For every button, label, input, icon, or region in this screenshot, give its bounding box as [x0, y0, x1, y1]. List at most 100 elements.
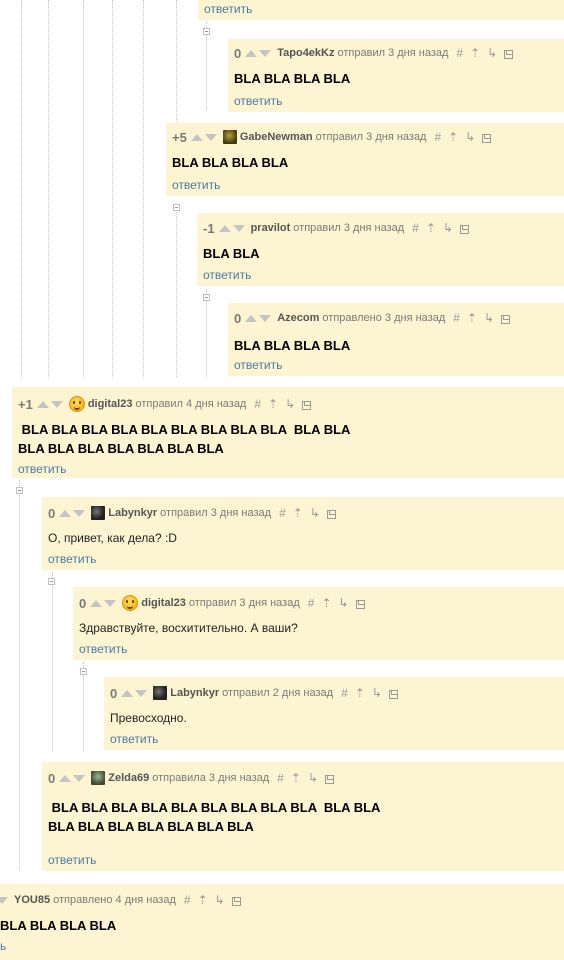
vote-down-icon[interactable] — [204, 133, 217, 141]
comment-author[interactable]: Labynkyr — [170, 687, 219, 699]
comment-author[interactable]: Zelda69 — [108, 772, 149, 784]
vote-down-icon[interactable] — [232, 224, 245, 232]
avatar[interactable] — [122, 595, 139, 611]
permalink-icon[interactable]: # — [434, 130, 441, 144]
comment-author[interactable]: digital23 — [141, 597, 186, 609]
avatar[interactable] — [91, 771, 106, 785]
save-icon[interactable] — [482, 133, 492, 143]
vote-down-icon[interactable] — [104, 599, 117, 607]
reply-link[interactable]: ответить — [234, 94, 282, 108]
collapse-toggle[interactable] — [203, 294, 210, 301]
vote-up-icon[interactable] — [59, 509, 72, 517]
vote-up-icon[interactable] — [245, 314, 258, 322]
permalink-icon[interactable]: # — [279, 506, 286, 520]
reply-link[interactable]: ответить — [234, 358, 282, 372]
vote-up-icon[interactable] — [245, 49, 258, 57]
permalink-icon[interactable]: # — [456, 46, 463, 60]
comment-text: О, привет, как дела? :D — [48, 531, 177, 545]
reply-link[interactable]: ответить — [110, 732, 158, 746]
vote-down-icon[interactable] — [259, 49, 272, 57]
save-icon[interactable] — [501, 314, 511, 324]
vote-up-icon[interactable] — [121, 689, 134, 697]
vote-up-icon[interactable] — [190, 133, 203, 141]
permalink-icon[interactable]: # — [453, 311, 460, 325]
comment-author[interactable]: Azecom — [277, 312, 319, 324]
save-icon[interactable] — [504, 49, 514, 59]
save-icon[interactable] — [326, 509, 336, 519]
avatar[interactable] — [153, 686, 168, 700]
thread-icon[interactable]: ↳ — [215, 893, 225, 907]
save-icon[interactable] — [231, 896, 241, 906]
comment-author[interactable]: Labynkyr — [108, 507, 157, 519]
comment-author[interactable]: pravilot — [251, 222, 291, 234]
collapse-toggle[interactable] — [48, 578, 55, 585]
reply-link[interactable]: ответить — [18, 462, 66, 476]
parent-icon[interactable]: ⇡ — [467, 311, 477, 325]
permalink-icon[interactable]: # — [341, 686, 348, 700]
save-icon[interactable] — [325, 774, 335, 784]
parent-icon[interactable]: ⇡ — [355, 686, 365, 700]
thread-icon[interactable]: ↳ — [465, 130, 475, 144]
thread-icon[interactable]: ↳ — [372, 686, 382, 700]
parent-icon[interactable]: ⇡ — [198, 893, 208, 907]
collapse-toggle[interactable] — [16, 487, 23, 494]
comment-author[interactable]: GabeNewman — [240, 131, 313, 143]
reply-link[interactable]: ответить — [79, 642, 127, 656]
reply-link[interactable]: ответить — [48, 552, 96, 566]
thread-icon[interactable]: ↳ — [443, 221, 453, 235]
vote-up-icon[interactable] — [59, 774, 72, 782]
vote-up-icon[interactable] — [90, 599, 103, 607]
comment-author[interactable]: digital23 — [88, 398, 133, 410]
comment-text: Здравствуйте, восхитительно. А ваши? — [79, 621, 298, 635]
vote-down-icon[interactable] — [0, 896, 8, 904]
permalink-icon[interactable]: # — [308, 596, 315, 610]
thread-icon[interactable]: ↳ — [310, 506, 320, 520]
permalink-icon[interactable]: # — [254, 397, 261, 411]
avatar[interactable] — [68, 396, 85, 412]
permalink-icon[interactable]: # — [412, 221, 419, 235]
save-icon[interactable] — [302, 400, 312, 410]
save-icon[interactable] — [355, 599, 365, 609]
comment-text: BLA BLA BLA BLA — [234, 71, 351, 86]
parent-icon[interactable]: ⇡ — [321, 596, 331, 610]
vote-down-icon[interactable] — [50, 400, 63, 408]
comment-author[interactable]: Tapo4ekKz — [277, 47, 334, 59]
reply-link[interactable]: ответить — [203, 268, 251, 282]
reply-link[interactable]: ь — [0, 939, 6, 953]
reply-link[interactable]: ответить — [172, 178, 220, 192]
avatar[interactable] — [91, 506, 106, 520]
thread-icon[interactable]: ↳ — [339, 596, 349, 610]
thread-icon[interactable]: ↳ — [487, 46, 497, 60]
vote-down-icon[interactable] — [73, 509, 86, 517]
permalink-icon[interactable]: # — [184, 893, 191, 907]
thread-icon[interactable]: ↳ — [285, 397, 295, 411]
comment-author[interactable]: YOU85 — [14, 894, 50, 906]
vote-up-icon[interactable] — [218, 224, 231, 232]
collapse-toggle[interactable] — [80, 668, 87, 675]
avatar[interactable] — [222, 130, 237, 144]
vote-up-icon[interactable] — [36, 400, 49, 408]
collapse-toggle[interactable] — [173, 204, 180, 211]
save-icon[interactable] — [388, 689, 398, 699]
comment-meta: отправил 2 дня назад — [222, 687, 334, 699]
reply-link[interactable]: ответить — [48, 853, 96, 867]
parent-icon[interactable]: ⇡ — [291, 771, 301, 785]
parent-icon[interactable]: ⇡ — [293, 506, 303, 520]
comment-meta: отправила 3 дня назад — [152, 772, 270, 784]
comment-header: 0 Labynkyr отправил 2 дня назад # ⇡ ↳ — [110, 683, 398, 703]
parent-icon[interactable]: ⇡ — [426, 221, 436, 235]
permalink-icon[interactable]: # — [277, 771, 284, 785]
parent-icon[interactable]: ⇡ — [448, 130, 458, 144]
thread-icon[interactable]: ↳ — [308, 771, 318, 785]
thread-icon[interactable]: ↳ — [484, 311, 494, 325]
parent-icon[interactable]: ⇡ — [470, 46, 480, 60]
save-icon[interactable] — [460, 224, 470, 234]
collapse-toggle[interactable] — [203, 28, 210, 35]
reply-link[interactable]: ответить — [204, 2, 252, 16]
comment: 0 Labynkyr отправил 3 дня назад # ⇡ ↳ О,… — [42, 496, 564, 570]
comment-score: 0 — [79, 595, 87, 611]
vote-down-icon[interactable] — [135, 689, 148, 697]
parent-icon[interactable]: ⇡ — [268, 397, 278, 411]
vote-down-icon[interactable] — [73, 774, 86, 782]
vote-down-icon[interactable] — [259, 314, 272, 322]
